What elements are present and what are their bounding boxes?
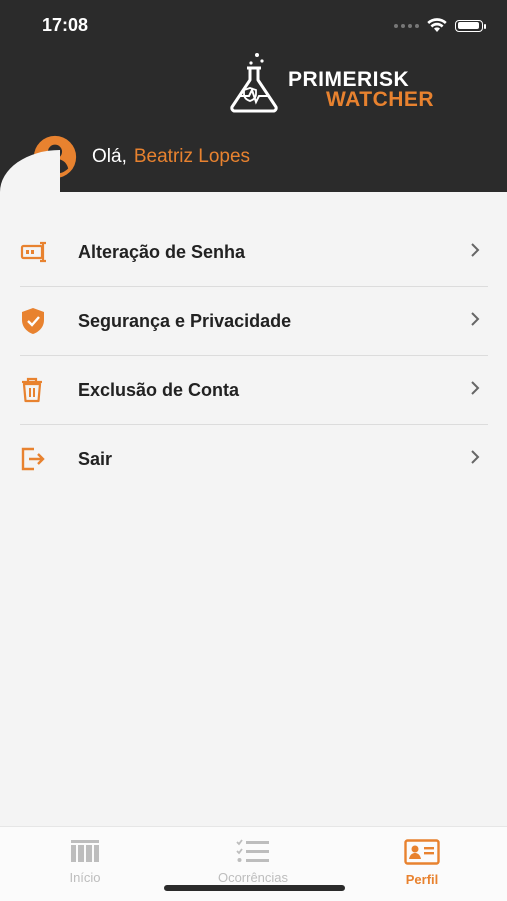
user-name: Beatriz Lopes — [133, 146, 251, 167]
wifi-icon — [427, 18, 447, 32]
tab-label: Início — [69, 870, 101, 885]
tab-inicio[interactable]: Início — [15, 839, 155, 885]
status-icons — [394, 18, 486, 33]
signal-icon — [394, 23, 419, 28]
tab-perfil[interactable]: Perfil — [352, 839, 492, 887]
tab-label: Ocorrências — [217, 870, 289, 885]
menu-item-label: Alteração de Senha — [78, 241, 246, 262]
greeting-prefix: Olá, — [92, 146, 127, 167]
profile-menu: Alteração de Senha Segurança e Privacida… — [20, 218, 488, 493]
logo-watcher: WATCHER — [326, 88, 435, 111]
logout-icon — [21, 447, 45, 471]
tab-ocorrencias[interactable]: Ocorrências — [183, 839, 323, 885]
home-indicator[interactable] — [164, 885, 345, 891]
greeting: Olá, Beatriz Lopes — [30, 135, 250, 179]
menu-item-label: Segurança e Privacidade — [78, 310, 292, 331]
password-icon — [20, 241, 46, 263]
flask-logo-icon — [230, 53, 278, 113]
home-icon — [71, 840, 99, 862]
checklist-icon — [236, 839, 269, 862]
menu-item-change-password[interactable]: Alteração de Senha — [20, 218, 488, 287]
menu-item-delete-account[interactable]: Exclusão de Conta — [20, 356, 488, 425]
shield-check-icon — [22, 308, 44, 334]
chevron-right-icon — [471, 450, 480, 464]
chevron-right-icon — [471, 312, 480, 326]
status-time: 17:08 — [42, 15, 89, 35]
app-logo: PRIMERISK WATCHER — [224, 52, 464, 114]
chevron-right-icon — [471, 381, 480, 395]
profile-card-icon — [404, 839, 440, 865]
chevron-right-icon — [471, 243, 480, 257]
battery-icon — [455, 19, 486, 32]
trash-icon — [22, 377, 42, 403]
menu-item-logout[interactable]: Sair — [20, 425, 488, 493]
menu-item-security-privacy[interactable]: Segurança e Privacidade — [20, 287, 488, 356]
logo-text: PRIMERISK WATCHER — [288, 69, 435, 111]
menu-item-label: Exclusão de Conta — [78, 379, 240, 400]
profile-header: 17:08 PRIMERISK WATCHER Olá, Beatriz Lop… — [0, 0, 507, 192]
tab-label: Perfil — [405, 872, 439, 887]
menu-item-label: Sair — [78, 448, 113, 469]
